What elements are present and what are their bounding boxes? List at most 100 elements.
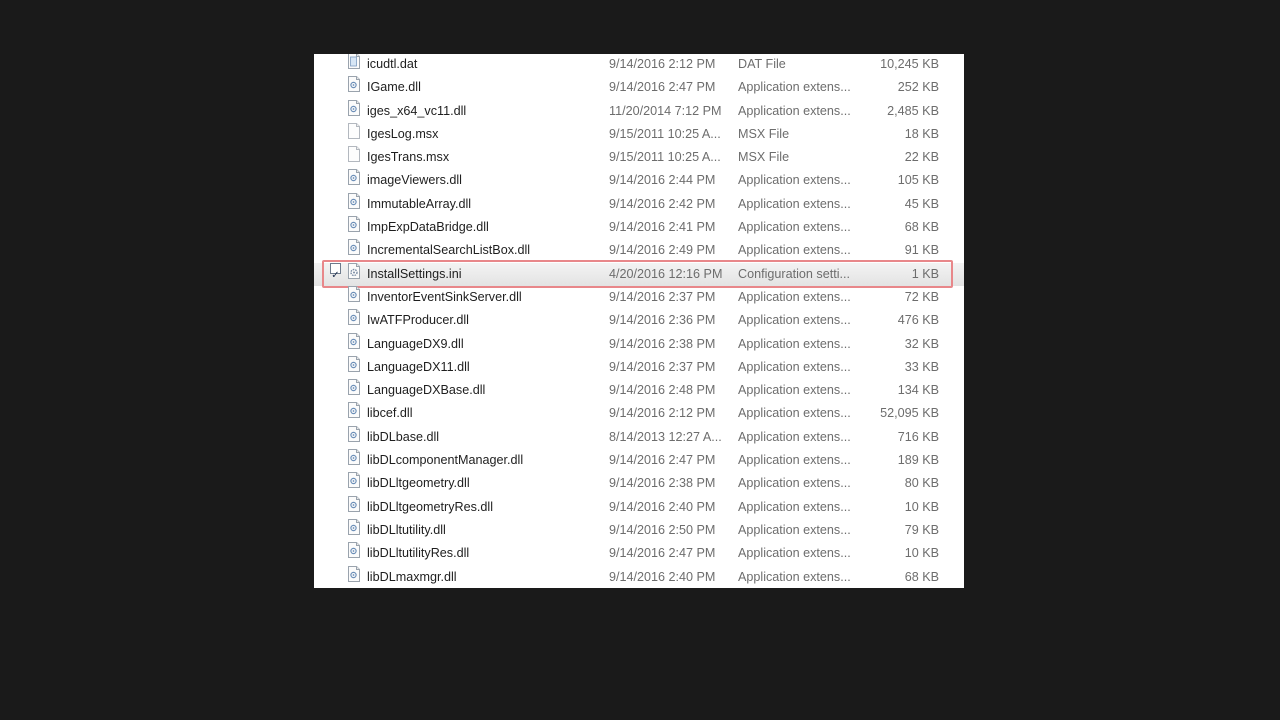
file-date-modified: 9/14/2016 2:40 PM (609, 499, 716, 514)
file-name: icudtl.dat (367, 57, 418, 71)
file-row[interactable]: LanguageDX11.dll 9/14/2016 2:37 PM Applica… (314, 355, 964, 379)
file-name: ImmutableArray.dll (367, 196, 472, 211)
file-type: Application extens... (738, 546, 851, 561)
file-date-modified: 4/20/2016 12:16 PM (609, 266, 723, 281)
file-row[interactable]: IwATFProducer.dll 9/14/2016 2:36 PM Applic… (314, 309, 964, 332)
file-row[interactable]: InventorEventSinkServer.dll 9/14/2016 2:3… (314, 285, 964, 309)
dll-file-icon (348, 239, 360, 256)
file-row[interactable]: icudtl.dat 9/14/2016 2:12 PM DAT File 10,24… (314, 54, 964, 76)
file-size: 10,245 KB (880, 57, 939, 71)
file-date-modified: 9/14/2016 2:37 PM (609, 289, 716, 304)
dll-file-icon (348, 216, 360, 233)
dll-file-icon (348, 542, 360, 559)
file-size: 68 KB (904, 220, 939, 235)
dll-file-icon (348, 402, 360, 419)
dll-file-icon (348, 355, 360, 372)
file-row[interactable]: libDLcomponentManager.dll 9/14/2016 2:47 … (314, 449, 964, 472)
file-list: icudtl.dat 9/14/2016 2:12 PM DAT File 10,24… (314, 54, 964, 588)
file-row[interactable]: libDLltgeometryRes.dll 9/14/2016 2:40 PM A… (314, 495, 964, 519)
file-row[interactable]: ImmutableArray.dll 9/14/2016 2:42 PM Appli… (314, 192, 964, 216)
dll-file-icon (348, 518, 360, 535)
file-row[interactable]: iges_x64_vc11.dll 11/20/2014 7:12 PM Appli… (314, 99, 964, 123)
file-date-modified: 9/14/2016 2:38 PM (609, 476, 716, 491)
file-name: imageViewers.dll (367, 173, 462, 188)
file-name: IgesLog.msx (367, 126, 439, 141)
file-type: Application extens... (738, 196, 851, 211)
file-type: Application extens... (738, 313, 851, 328)
file-row[interactable]: libDLbase.dll 8/14/2013 12:27 A... Applica… (314, 425, 964, 449)
file-size: 476 KB (897, 313, 939, 328)
file-type: MSX File (738, 126, 790, 141)
dll-file-icon (348, 76, 360, 93)
file-type: Application extens... (738, 220, 851, 235)
dll-file-icon (348, 309, 360, 326)
file-row[interactable]: IGame.dll 9/14/2016 2:47 PM Application ex… (314, 76, 964, 99)
file-name: IwATFProducer.dll (367, 313, 469, 328)
file-name: ImpExpDataBridge.dll (367, 220, 489, 235)
file-type: Application extens... (738, 103, 851, 118)
file-date-modified: 9/14/2016 2:37 PM (609, 359, 716, 374)
file-type: Application extens... (738, 406, 851, 421)
file-size: 189 KB (897, 453, 939, 468)
file-type: Application extens... (738, 499, 851, 514)
ini-settings-file-icon (348, 262, 360, 279)
file-size: 10 KB (904, 499, 939, 514)
file-type: Application extens... (738, 569, 851, 584)
file-type: Application extens... (738, 243, 851, 258)
file-date-modified: 9/14/2016 2:12 PM (609, 57, 716, 71)
file-date-modified: 9/14/2016 2:47 PM (609, 453, 716, 468)
file-type: MSX File (738, 150, 790, 165)
file-row[interactable]: libDLmaxmgr.dll 9/14/2016 2:40 PM Applicat… (314, 565, 964, 588)
file-row[interactable]: ImpExpDataBridge.dll 9/14/2016 2:41 PM App… (314, 216, 964, 239)
file-row[interactable]: libDLltgeometry.dll 9/14/2016 2:38 PM Appl… (314, 472, 964, 495)
file-date-modified: 9/14/2016 2:42 PM (609, 196, 716, 211)
file-date-modified: 9/15/2011 10:25 A... (609, 150, 721, 165)
file-row[interactable]: IgesTrans.msx 9/15/2011 10:25 A... MSX Fil… (314, 146, 964, 169)
file-row[interactable]: IncrementalSearchListBox.dll 9/14/2016 2:… (314, 239, 964, 262)
file-size: 33 KB (904, 359, 939, 374)
file-name: libDLltgeometryRes.dll (367, 499, 493, 514)
file-date-modified: 9/14/2016 2:12 PM (609, 406, 716, 421)
file-row[interactable]: LanguageDXBase.dll 9/14/2016 2:48 PM Appli… (314, 379, 964, 402)
file-row[interactable]: IgesLog.msx 9/15/2011 10:25 A... MSX File 1… (314, 122, 964, 146)
file-row[interactable]: libDLltutilityRes.dll 9/14/2016 2:47 PM Ap… (314, 542, 964, 565)
dat-file-icon (348, 54, 360, 69)
file-row[interactable]: libDLltutility.dll 9/14/2016 2:50 PM Appli… (314, 518, 964, 542)
file-list-panel: icudtl.dat 9/14/2016 2:12 PM DAT File 10,24… (314, 54, 964, 588)
file-size: 18 KB (904, 126, 939, 141)
file-size: 716 KB (897, 429, 939, 444)
dll-file-icon (348, 332, 360, 349)
file-size: 72 KB (904, 289, 939, 304)
file-name: IncrementalSearchListBox.dll (367, 243, 531, 258)
file-row-selected[interactable]: ✓ InstallSettings.ini 4/20/2016 12:16 PM Co… (314, 259, 964, 289)
file-type: Application extens... (738, 383, 851, 398)
file-row[interactable]: libcef.dll 9/14/2016 2:12 PM Application e… (314, 402, 964, 425)
file-name: IGame.dll (367, 80, 421, 95)
file-size: 68 KB (904, 569, 939, 584)
file-size: 134 KB (897, 383, 939, 398)
file-row[interactable]: imageViewers.dll 9/14/2016 2:44 PM Applica… (314, 169, 964, 192)
file-name: libDLbase.dll (367, 429, 440, 444)
file-name: libDLltutility.dll (367, 522, 446, 537)
dll-file-icon (348, 565, 360, 582)
dll-file-icon (348, 99, 360, 116)
file-row[interactable]: LanguageDX9.dll 9/14/2016 2:38 PM Applicat… (314, 332, 964, 356)
dll-file-icon (348, 192, 360, 209)
dll-file-icon (348, 472, 360, 489)
file-name: LanguageDX11.dll (367, 359, 470, 374)
file-size: 1 KB (911, 266, 939, 281)
file-type: Configuration setti... (738, 266, 851, 281)
file-date-modified: 9/14/2016 2:41 PM (609, 220, 716, 235)
row-checkbox[interactable]: ✓ (330, 262, 341, 281)
file-name: LanguageDX9.dll (367, 336, 464, 351)
blank-file-icon (348, 146, 360, 163)
file-name: libDLltgeometry.dll (367, 476, 470, 491)
file-type: Application extens... (738, 173, 851, 188)
file-date-modified: 9/14/2016 2:50 PM (609, 522, 716, 537)
file-type: Application extens... (738, 289, 851, 304)
file-date-modified: 11/20/2014 7:12 PM (609, 103, 722, 118)
file-size: 105 KB (897, 173, 939, 188)
dll-file-icon (348, 379, 360, 396)
file-name: libcef.dll (367, 406, 413, 421)
file-name: InstallSettings.ini (367, 266, 462, 281)
